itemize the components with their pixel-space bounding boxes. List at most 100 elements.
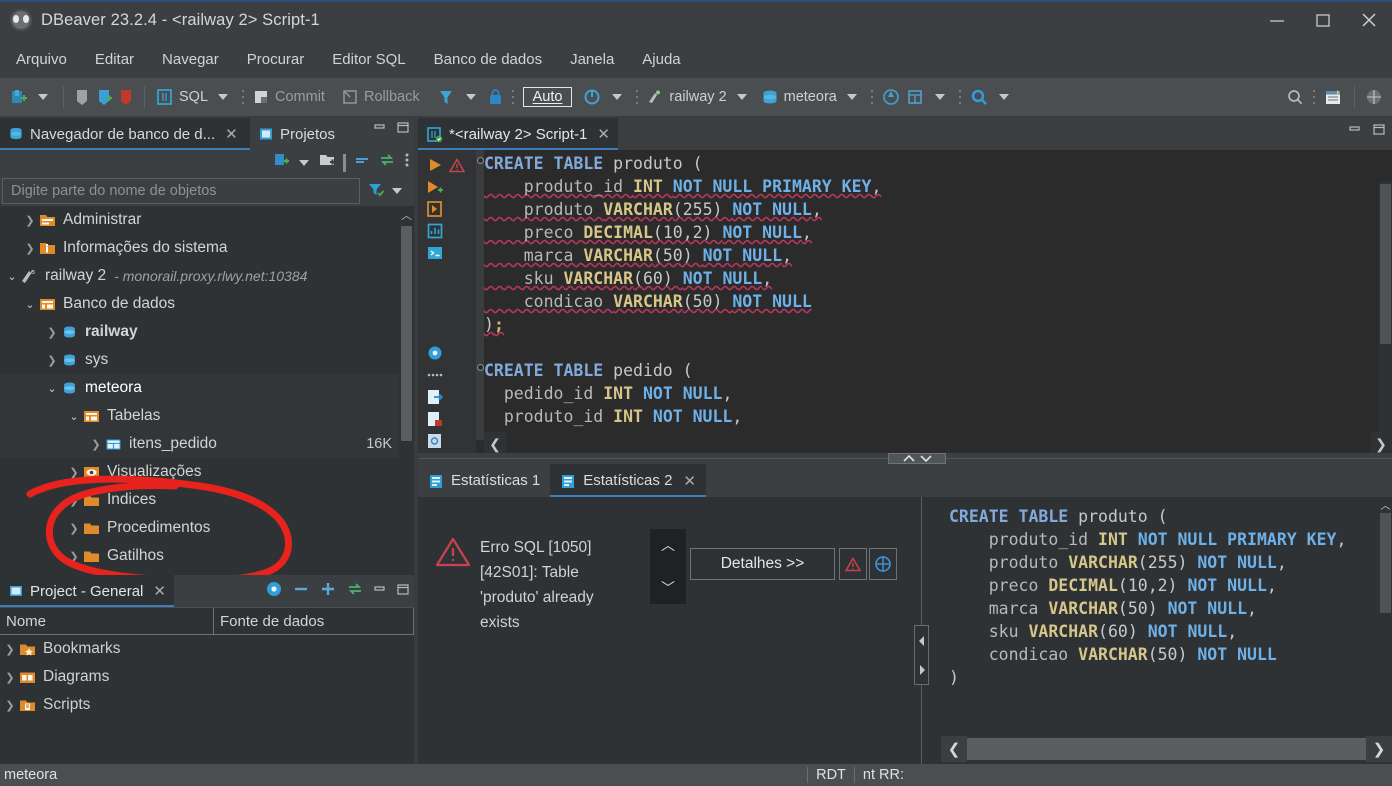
editor-vertical-scrollbar[interactable] [1379,182,1392,472]
show-error-button[interactable] [839,548,867,580]
editor-results-splitter[interactable] [418,453,1392,464]
tab-project-general[interactable]: Project - General ✕ [0,575,174,607]
tree-item-sys[interactable]: ❯ sys [0,346,414,374]
chevron-right-icon[interactable]: ❯ [66,494,82,507]
scrollbar-track[interactable] [967,738,1366,760]
script-info-icon[interactable] [424,430,446,452]
export-data-icon[interactable] [424,386,446,408]
editor-minimize-icon[interactable] [1348,122,1362,140]
tree-item-indices[interactable]: ❯ Indices [0,486,414,514]
transaction-mode-icon[interactable] [434,82,458,112]
sql-pane-vertical-scrollbar[interactable]: ︿ [1379,497,1392,729]
execute-script-icon[interactable] [424,176,446,198]
chevron-right-icon[interactable]: ❯ [44,354,60,367]
column-header-nome[interactable]: Nome [0,608,214,635]
scroll-right-icon[interactable]: ❯ [1366,736,1392,762]
rollback-button[interactable]: Rollback [339,82,422,112]
menu-editar[interactable]: Editar [81,47,148,72]
chevron-right-icon[interactable]: ❯ [44,326,60,339]
search-tool-icon[interactable] [967,82,991,112]
chevron-right-icon[interactable]: ❯ [22,242,38,255]
execute-script-new-tab-icon[interactable] [424,198,446,220]
auto-commit-selector[interactable]: Auto [522,87,573,107]
scrollbar-thumb[interactable] [1380,513,1391,613]
lock-icon[interactable] [484,82,506,112]
project-row-diagrams[interactable]: ❯ Diagrams [0,663,414,691]
project-refresh-icon[interactable] [265,580,283,603]
project-row-scripts[interactable]: ❯ Scripts [0,691,414,719]
execute-in-console-icon[interactable] [424,242,446,264]
tab-estatisticas-1[interactable]: Estatísticas 1 [418,464,550,497]
chevron-right-icon[interactable]: ❯ [66,466,82,479]
sql-code-text[interactable]: CREATE TABLE produto ( produto_id INT NO… [484,152,1379,440]
new-folder-icon[interactable] [318,151,336,174]
disconnect-icon[interactable] [115,82,137,112]
tree-item-itens-pedido[interactable]: ❯ itens_pedido 16K [0,430,414,458]
error-scrollbar[interactable]: ︿ ﹀ [650,529,686,604]
link-with-editor-icon[interactable] [378,151,396,174]
toolbar-grip-6[interactable] [1312,88,1316,106]
warning-marker-icon[interactable] [446,154,468,176]
link-with-editor-icon[interactable] [346,580,364,603]
project-maximize-icon[interactable] [396,582,410,600]
navigator-minimize-icon[interactable] [373,120,387,138]
splitter-handle[interactable] [888,453,946,464]
new-connection-dropdown-icon[interactable] [38,94,48,100]
tree-item-railway-2[interactable]: ⌄ railway 2 - monorail.proxy.rlwy.net:10… [0,262,414,290]
commit-mode-icon[interactable] [71,82,93,112]
toolbar-grip-4[interactable] [869,88,874,106]
new-sql-editor-icon[interactable]: SQL [152,82,210,112]
tree-item-administrar[interactable]: ❯ Administrar [0,206,414,234]
active-connection-selector[interactable]: railway 2 [644,82,728,112]
details-button[interactable]: Detalhes >> [690,548,835,580]
scrollbar-track[interactable] [506,437,1370,451]
filter-dropdown-icon[interactable] [392,188,402,194]
menu-ajuda[interactable]: Ajuda [628,47,694,72]
chevron-down-icon[interactable]: ⌄ [44,382,60,395]
global-search-icon[interactable] [1283,82,1307,112]
more-options-icon[interactable] [424,364,446,386]
maximize-button[interactable] [1300,0,1346,40]
splitter-grip[interactable] [914,625,929,685]
tree-item-gatilhos[interactable]: ❯ Gatilhos [0,542,414,570]
tree-item-banco-de-dados[interactable]: ⌄ Banco de dados [0,290,414,318]
column-header-fonte-de-dados[interactable]: Fonte de dados [214,608,414,635]
tree-item-railway[interactable]: ❯ railway [0,318,414,346]
executed-sql-text[interactable]: CREATE TABLE produto ( produto_id INT NO… [949,505,1364,689]
editor-maximize-icon[interactable] [1372,122,1386,140]
tab-estatisticas-2[interactable]: Estatísticas 2 ✕ [550,464,706,497]
transaction-dropdown-icon[interactable] [465,94,476,100]
chevron-right-icon[interactable]: ❯ [66,550,82,563]
open-perspective-icon[interactable] [1321,82,1347,112]
toolbar-grip[interactable] [241,88,246,106]
chevron-right-icon[interactable]: ❯ [22,214,38,227]
new-connection-small-icon[interactable] [272,151,290,174]
navigator-maximize-icon[interactable] [396,120,410,138]
tab-projetos[interactable]: Projetos [250,118,345,150]
tab-navegador-banco-de-dados[interactable]: Navegador de banco de d... ✕ [0,118,250,150]
connection-dropdown-icon[interactable] [736,94,747,100]
collapse-all-icon[interactable] [292,580,310,603]
results-tab-close-icon[interactable]: ✕ [683,472,696,490]
toolbar-grip-2[interactable] [510,88,515,106]
project-tab-close-icon[interactable]: ✕ [153,582,166,600]
tree-item-visualizacoes[interactable]: ❯ Visualizações [0,458,414,486]
navigator-menu-icon[interactable] [403,151,411,174]
navigator-dropdown-icon[interactable] [299,159,309,166]
scroll-up-icon[interactable]: ︿ [1380,497,1391,512]
refresh-icon[interactable] [580,82,604,112]
menu-navegar[interactable]: Navegar [148,47,233,72]
results-vertical-splitter[interactable] [911,497,931,764]
tree-item-tabelas[interactable]: ⌄ Tabelas [0,402,414,430]
search-dropdown-icon[interactable] [998,94,1009,100]
erd-icon[interactable] [903,82,927,112]
object-filter-input[interactable]: Digite parte do nome de objetos [2,178,360,204]
navigator-tab-close-icon[interactable]: ✕ [225,125,238,143]
scroll-up-icon[interactable]: ︿ [399,206,414,224]
project-minimize-icon[interactable] [373,582,387,600]
collapse-all-icon[interactable] [353,151,371,174]
scroll-up-icon[interactable]: ︿ [661,535,675,555]
chevron-down-icon[interactable]: ⌄ [22,298,38,311]
menu-banco-de-dados[interactable]: Banco de dados [420,47,556,72]
minimize-button[interactable] [1254,0,1300,40]
